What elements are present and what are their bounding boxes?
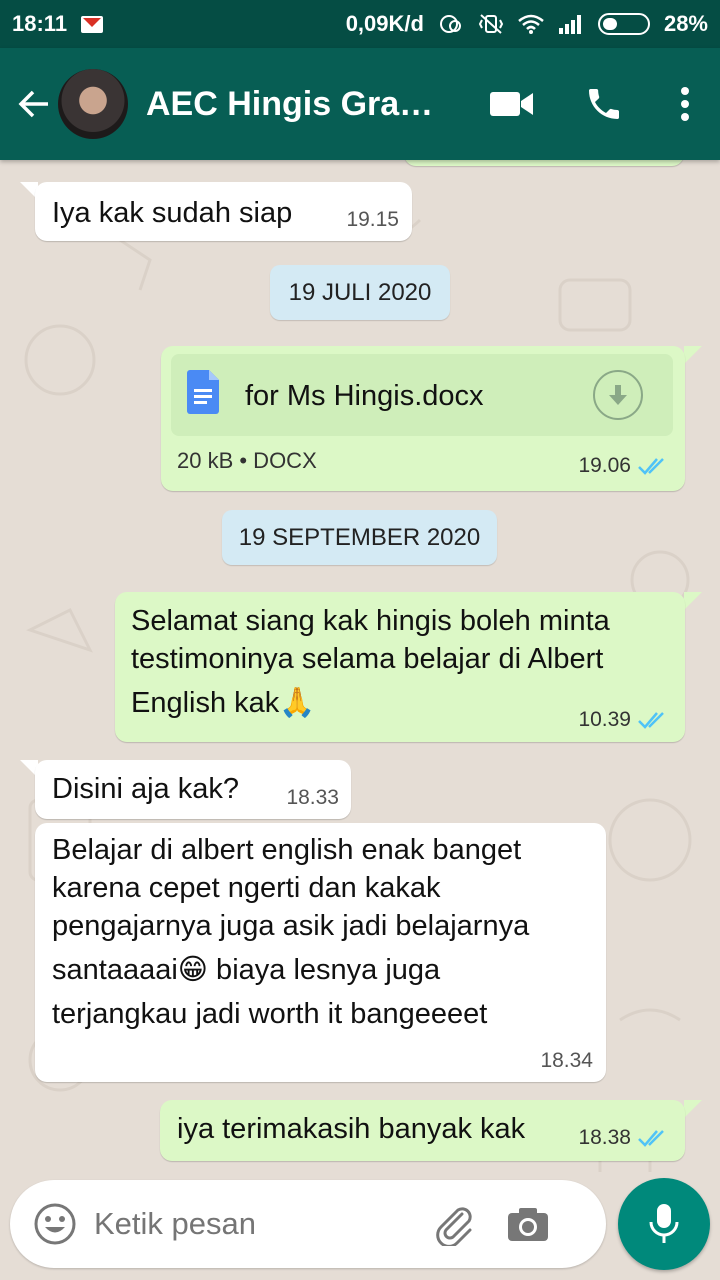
message-line: santaaaai😁 biaya lesnya juga (52, 954, 441, 986)
phone-icon (589, 89, 619, 119)
message-line: Selamat siang kak hingis boleh minta (131, 605, 610, 637)
message-line: pengajarnya juga asik jadi belajarnya (52, 910, 530, 942)
voice-record-button[interactable] (618, 1178, 710, 1270)
date-label: 19 JULI 2020 (288, 278, 432, 306)
date-chip: 19 JULI 2020 (270, 265, 450, 320)
message-time: 10.39 (578, 708, 631, 731)
message-text: Disini aja kak? (52, 773, 239, 805)
sync-icon (439, 15, 461, 33)
status-bar: 18:11 0,09K/d 28% (0, 0, 720, 48)
chat-header: AEC Hingis Gram… (0, 48, 720, 160)
message-line: karena cepet ngerti dan kakak (52, 872, 441, 904)
chat-area[interactable]: Iya kak sudah siap 19.15 19 JULI 2020 fo… (0, 160, 720, 1172)
message-line: terjangkau jadi worth it bangeeeet (52, 998, 488, 1030)
video-call-icon (490, 92, 533, 116)
avatar[interactable] (58, 69, 128, 139)
message-line: Belajar di albert english enak banget (52, 834, 522, 866)
document-preview[interactable]: for Ms Hingis.docx (171, 354, 673, 436)
document-icon (187, 370, 219, 414)
emoji-button[interactable] (30, 1199, 80, 1249)
download-icon (609, 385, 627, 405)
download-button[interactable] (593, 370, 643, 420)
bubble-tail (684, 1100, 702, 1118)
message-time: 18.34 (540, 1049, 593, 1072)
vibrate-off-icon (478, 14, 504, 34)
back-button[interactable] (4, 74, 64, 134)
chat-title[interactable]: AEC Hingis Gram… (146, 85, 456, 124)
emoji-icon (34, 1203, 76, 1245)
network-speed: 0,09K/d (345, 11, 424, 36)
message-text: iya terimakasih banyak kak (177, 1113, 526, 1145)
message-text: Iya kak sudah siap (52, 197, 293, 229)
battery-icon (597, 13, 650, 35)
gmail-icon (81, 15, 104, 33)
message-line: testimoninya selama belajar di Albert (131, 643, 604, 675)
message-bubble[interactable]: Selamat siang kak hingis boleh minta tes… (115, 592, 685, 742)
document-message[interactable]: for Ms Hingis.docx 20 kB • DOCX 19.06 (161, 346, 685, 491)
more-vert-icon (681, 87, 689, 121)
attach-icon (436, 1207, 472, 1246)
message-time: 19.06 (578, 454, 631, 477)
message-bubble[interactable]: Belajar di albert english enak banget ka… (35, 823, 606, 1082)
read-ticks-icon (638, 458, 664, 475)
message-bubble[interactable]: Disini aja kak? 18.33 (35, 760, 351, 819)
camera-icon (508, 1208, 548, 1241)
voice-call-button[interactable] (558, 64, 650, 144)
mic-icon (649, 1204, 679, 1243)
back-arrow-icon (18, 90, 48, 118)
message-bubble[interactable]: Iya kak sudah siap 19.15 (35, 182, 412, 241)
document-filename: for Ms Hingis.docx (245, 380, 484, 412)
message-bubble[interactable]: iya terimakasih banyak kak 18.38 (160, 1100, 685, 1161)
battery-percent: 28% (663, 11, 708, 36)
message-time: 18.33 (286, 786, 339, 809)
attach-button[interactable] (424, 1194, 484, 1254)
message-input[interactable] (94, 1206, 424, 1242)
status-time: 18:11 (12, 11, 68, 36)
read-ticks-icon (638, 712, 664, 729)
document-meta: 20 kB • DOCX (177, 448, 317, 473)
camera-button[interactable] (498, 1194, 558, 1254)
message-composer (10, 1180, 606, 1268)
bubble-tail (684, 346, 702, 364)
read-ticks-icon (638, 1130, 664, 1147)
date-chip: 19 SEPTEMBER 2020 (222, 510, 497, 565)
bubble-tail (684, 592, 702, 610)
message-line: English kak🙏 (131, 687, 316, 719)
more-options-button[interactable] (650, 64, 720, 144)
message-time: 19.15 (346, 208, 399, 231)
wifi-icon (518, 14, 544, 34)
message-time: 18.38 (578, 1126, 631, 1149)
message-bubble-partial (404, 160, 684, 166)
video-call-button[interactable] (466, 64, 558, 144)
signal-icon (558, 15, 581, 34)
date-label: 19 SEPTEMBER 2020 (238, 523, 481, 551)
